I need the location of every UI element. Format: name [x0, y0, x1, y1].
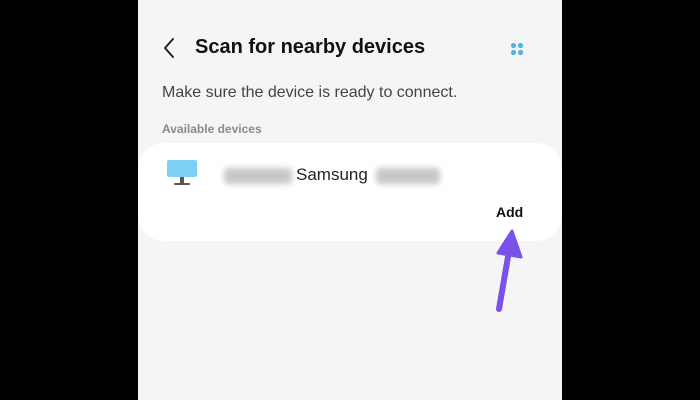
add-device-button[interactable]: Add: [496, 204, 523, 220]
phone-screen: Scan for nearby devices Make sure the de…: [138, 0, 562, 400]
app-header: Scan for nearby devices: [138, 28, 562, 68]
more-options-button[interactable]: [508, 40, 526, 58]
annotation-arrow-icon: [496, 229, 523, 312]
section-label-available-devices: Available devices: [162, 122, 262, 136]
back-button[interactable]: [158, 34, 180, 62]
back-arrow-icon: [164, 38, 174, 58]
instruction-text: Make sure the device is ready to connect…: [162, 84, 458, 101]
redacted-device-name-suffix: [376, 168, 440, 184]
page-title: Scan for nearby devices: [195, 36, 426, 58]
monitor-icon: [167, 160, 197, 185]
redacted-device-name-prefix: [224, 168, 292, 184]
device-name: Samsung: [296, 165, 368, 184]
more-options-dots-icon: [510, 42, 524, 56]
